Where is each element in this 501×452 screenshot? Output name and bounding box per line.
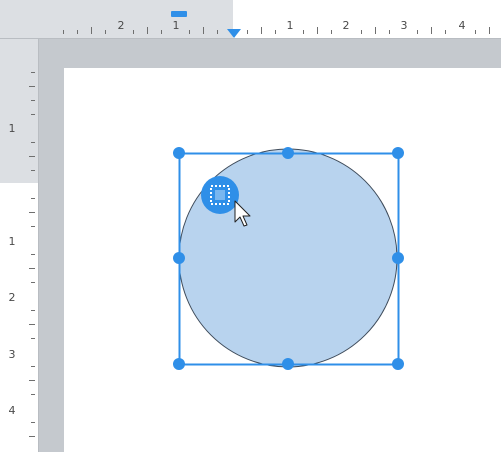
- left-ruler-label: 2: [9, 291, 16, 304]
- left-ruler-label: 3: [9, 348, 16, 361]
- resize-handle-top[interactable]: [282, 147, 294, 159]
- top-ruler-label: 2: [343, 19, 350, 32]
- resize-handle-bottom-left[interactable]: [173, 358, 185, 370]
- left-ruler-ticks: [29, 72, 35, 437]
- top-ruler-label: 1: [173, 19, 180, 32]
- resize-handle-top-right[interactable]: [392, 147, 404, 159]
- overlay-layer: 2 1 1 2 3 4 1 1 2 3 4: [0, 11, 501, 452]
- ruler-tab-marker-icon[interactable]: [227, 29, 241, 38]
- resize-handle-top-left[interactable]: [173, 147, 185, 159]
- resize-handle-bottom-right[interactable]: [392, 358, 404, 370]
- top-ruler-label: 4: [459, 19, 466, 32]
- left-ruler-label: 1: [9, 122, 16, 135]
- resize-handle-bottom[interactable]: [282, 358, 294, 370]
- top-ruler-ticks: [63, 27, 490, 34]
- ruler-indent-marker-icon[interactable]: [171, 11, 187, 17]
- top-ruler-label: 3: [401, 19, 408, 32]
- top-ruler-label: 2: [118, 19, 125, 32]
- left-ruler-label: 4: [9, 404, 16, 417]
- top-ruler-label: 1: [287, 19, 294, 32]
- resize-handle-left[interactable]: [173, 252, 185, 264]
- resize-handle-right[interactable]: [392, 252, 404, 264]
- layout-options-button[interactable]: [201, 176, 239, 214]
- left-ruler-label: 1: [9, 235, 16, 248]
